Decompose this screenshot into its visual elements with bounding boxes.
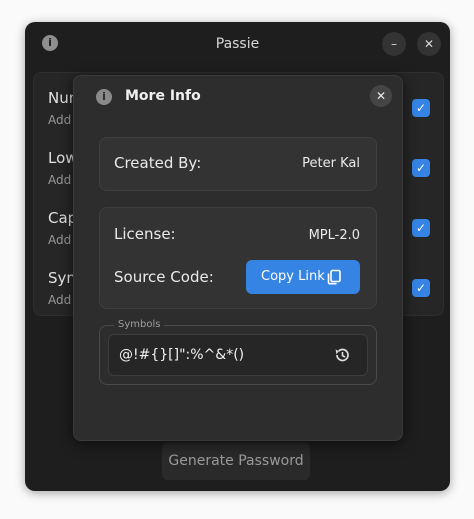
info-icon: i — [96, 89, 112, 105]
license-label: License: — [114, 225, 176, 243]
dialog-close-button[interactable]: ✕ — [370, 85, 392, 107]
license-card: License: MPL-2.0 Source Code: Copy Link — [99, 207, 377, 309]
copy-link-button[interactable]: Copy Link — [246, 260, 360, 294]
history-icon[interactable] — [333, 346, 351, 364]
symbols-label: Symbols — [114, 319, 165, 330]
close-icon: ✕ — [375, 89, 387, 103]
created-by-label: Created By: — [114, 154, 202, 172]
copy-icon — [327, 269, 341, 285]
license-value: MPL-2.0 — [308, 228, 360, 243]
copy-link-label: Copy Link — [261, 269, 325, 284]
symbols-group: Symbols @!#{}[]":%^&*() — [99, 319, 377, 385]
more-info-dialog: i More Info ✕ Created By: Peter Kal Lice… — [73, 75, 403, 441]
dialog-title: More Info — [125, 88, 201, 104]
modal-overlay: i More Info ✕ Created By: Peter Kal Lice… — [0, 0, 474, 519]
creator-card: Created By: Peter Kal — [99, 137, 377, 191]
created-by-value: Peter Kal — [302, 156, 360, 171]
symbols-input[interactable]: @!#{}[]":%^&*() — [108, 334, 368, 376]
source-code-label: Source Code: — [114, 268, 214, 286]
symbols-value: @!#{}[]":%^&*() — [119, 347, 245, 363]
